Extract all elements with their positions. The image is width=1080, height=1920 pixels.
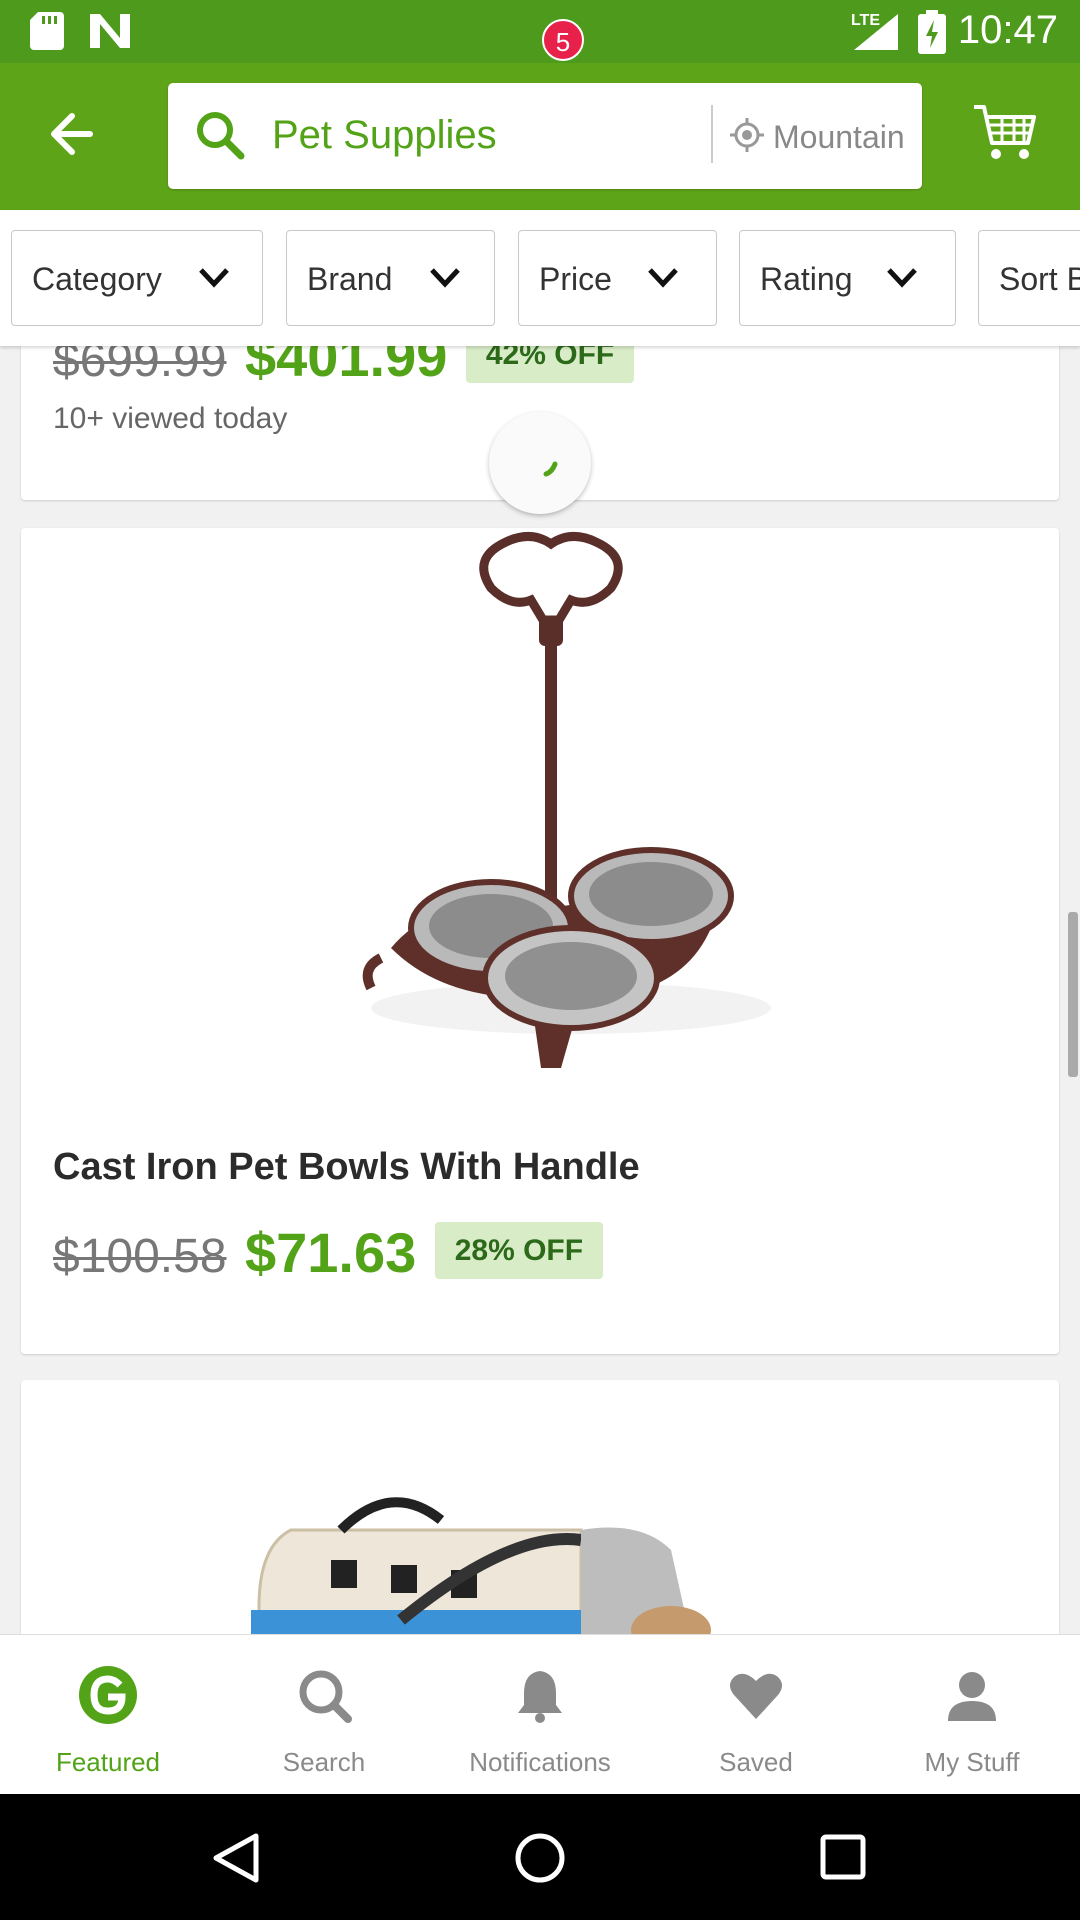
product-title[interactable]: Cast Iron Pet Bowls With Handle (53, 1146, 640, 1189)
loading-spinner (489, 412, 591, 514)
filter-sort-label: Sort By (999, 261, 1080, 297)
nav-my-stuff-label: My Stuff (924, 1747, 1020, 1777)
sd-card-icon (30, 12, 64, 50)
search-icon (299, 1670, 352, 1723)
filter-rating-label: Rating (760, 261, 853, 297)
views-count: 10+ viewed today (53, 402, 288, 435)
product-card[interactable] (21, 1380, 1059, 1640)
signal-icon (854, 14, 898, 50)
nav-notifications[interactable]: Notifications (432, 1635, 648, 1795)
chevron-down-icon (887, 268, 917, 288)
app-bar: Pet Supplies Mountain (0, 63, 1080, 210)
notification-badge: 5 (542, 19, 584, 61)
filter-category-label: Category (32, 261, 162, 297)
nav-notifications-label: Notifications (469, 1747, 611, 1777)
search-divider (711, 105, 713, 163)
system-navigation-bar (0, 1794, 1080, 1920)
heart-icon (730, 1673, 782, 1719)
n-logo-icon (90, 14, 130, 48)
recents-square-icon[interactable] (820, 1834, 866, 1880)
original-price: $100.58 (53, 1230, 227, 1283)
chevron-down-icon (199, 268, 229, 288)
nav-featured[interactable]: Featured (0, 1635, 216, 1795)
spinner-arc-icon (543, 461, 558, 477)
chevron-down-icon (648, 268, 678, 288)
filter-price-label: Price (539, 261, 612, 297)
filter-category[interactable]: Category (11, 230, 263, 326)
nav-saved[interactable]: Saved (648, 1635, 864, 1795)
clock: 10:47 (957, 8, 1058, 52)
search-bar[interactable]: Pet Supplies Mountain (168, 83, 922, 189)
filter-bar: Category Brand Price Rating Sort By (0, 210, 1080, 346)
product-image[interactable] (251, 1490, 771, 1640)
nav-saved-label: Saved (719, 1747, 793, 1777)
search-query[interactable]: Pet Supplies (272, 113, 497, 158)
groupon-g-icon (79, 1666, 137, 1724)
home-circle-icon[interactable] (514, 1832, 566, 1884)
chevron-down-icon (430, 268, 460, 288)
discount-badge: 28% OFF (434, 1222, 604, 1279)
status-bar: LTE 10:47 (0, 0, 1080, 63)
person-icon (948, 1672, 996, 1721)
bottom-navigation: Featured Search Notifications Saved My S… (0, 1634, 1080, 1794)
location-target-icon (730, 118, 764, 152)
product-card[interactable]: Cast Iron Pet Bowls With Handle $100.58 … (21, 528, 1059, 1354)
cart-icon[interactable] (972, 103, 1038, 163)
search-icon (197, 112, 245, 160)
filter-brand-label: Brand (307, 261, 393, 297)
filter-rating[interactable]: Rating (739, 230, 956, 326)
scrollbar[interactable] (1068, 912, 1078, 1077)
nav-search[interactable]: Search (216, 1635, 432, 1795)
nav-search-label: Search (282, 1747, 366, 1777)
sale-price: $71.63 (244, 1221, 417, 1284)
product-image[interactable] (321, 528, 781, 1108)
back-triangle-icon[interactable] (212, 1832, 260, 1884)
filter-sort[interactable]: Sort By (978, 230, 1080, 326)
filter-price[interactable]: Price (518, 230, 717, 326)
nav-featured-label: Featured (55, 1747, 161, 1777)
nav-my-stuff[interactable]: My Stuff (864, 1635, 1080, 1795)
bell-icon (518, 1671, 562, 1723)
battery-charging-icon (918, 10, 946, 54)
back-arrow-icon[interactable] (40, 99, 110, 169)
filter-brand[interactable]: Brand (286, 230, 495, 326)
price-row: $100.58 $71.63 28% OFF (53, 1220, 604, 1285)
location-field[interactable]: Mountain (773, 119, 918, 156)
